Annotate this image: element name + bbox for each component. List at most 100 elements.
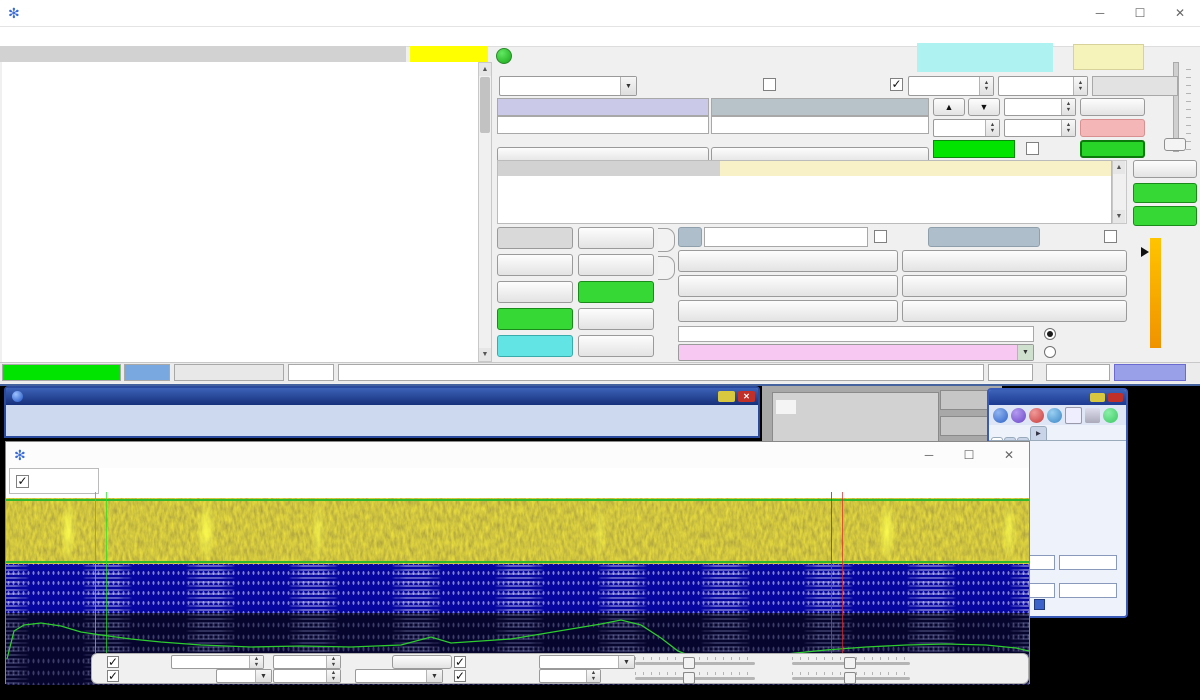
- tab-colors[interactable]: [1017, 437, 1029, 440]
- stop-tx-button[interactable]: [578, 227, 654, 249]
- scroll-up-icon[interactable]: ▲: [1113, 161, 1125, 174]
- close-icon[interactable]: ✕: [989, 442, 1029, 468]
- rx-freq-spinner[interactable]: [933, 119, 1000, 137]
- close-icon[interactable]: [1108, 393, 1123, 402]
- log-titlebar[interactable]: ✕: [6, 388, 758, 405]
- minimize-icon[interactable]: [718, 391, 735, 402]
- normalize-checkbox[interactable]: [454, 656, 466, 668]
- chevron-down-icon[interactable]: [1017, 345, 1033, 360]
- grid-icon[interactable]: [1047, 408, 1062, 423]
- settings-titlebar[interactable]: [989, 390, 1126, 405]
- maximize-icon[interactable]: ☐: [949, 442, 989, 468]
- rx-scrollbar[interactable]: ▲ ▼: [1112, 160, 1127, 224]
- callsign-input[interactable]: [1059, 555, 1117, 570]
- recycle-icon[interactable]: [1103, 408, 1118, 423]
- minimize-icon[interactable]: ─: [1080, 0, 1120, 26]
- rrr-checkbox[interactable]: [874, 230, 887, 243]
- filter-button[interactable]: [578, 308, 654, 330]
- phone-icon[interactable]: [1029, 408, 1044, 423]
- dt-spinner[interactable]: [1004, 119, 1076, 137]
- gain-slider[interactable]: [635, 662, 755, 665]
- macro-grid-button[interactable]: [902, 250, 1127, 272]
- cq-small-button[interactable]: [678, 227, 702, 247]
- minimize-icon[interactable]: ─: [909, 442, 949, 468]
- control-checkbox[interactable]: [16, 475, 29, 488]
- txrx-split-button[interactable]: [933, 140, 1015, 158]
- spinner-arrows-icon[interactable]: [979, 77, 993, 95]
- macro-search-button[interactable]: [928, 227, 1040, 247]
- spinner-arrows-icon[interactable]: [985, 120, 999, 136]
- macro-73-button[interactable]: [902, 300, 1127, 322]
- spinner-arrows-icon[interactable]: [326, 670, 340, 682]
- spinner-arrows-icon[interactable]: [586, 670, 600, 682]
- clear-dx-button[interactable]: [578, 335, 654, 357]
- freemsg-radio[interactable]: [1044, 346, 1056, 358]
- dx-call-field[interactable]: [497, 116, 709, 134]
- compass-icon[interactable]: [1011, 408, 1026, 423]
- dx-grid-field[interactable]: [711, 116, 929, 134]
- macro-rdb-button[interactable]: [902, 275, 1127, 297]
- globe-icon[interactable]: [993, 408, 1008, 423]
- spinner-arrows-icon[interactable]: [249, 656, 263, 668]
- scroll-up-icon[interactable]: ▲: [479, 63, 491, 76]
- mark-side-select[interactable]: [216, 669, 272, 683]
- log-qso-button[interactable]: [497, 254, 573, 276]
- menu-checkbox[interactable]: [890, 78, 903, 91]
- slider-handle[interactable]: [683, 657, 695, 669]
- titlebar[interactable]: ✻ ─ ☐ ✕: [0, 0, 1200, 27]
- start-spinner[interactable]: [273, 655, 341, 669]
- tab-settings[interactable]: [1004, 437, 1016, 440]
- genmsg-radio[interactable]: [1044, 328, 1056, 340]
- enable-tx-button[interactable]: [497, 227, 573, 249]
- chevron-down-icon[interactable]: [255, 670, 271, 682]
- freq-down-button[interactable]: ▼: [968, 98, 1000, 116]
- spot-checkbox[interactable]: [763, 78, 776, 91]
- spinner-arrows-icon[interactable]: [1061, 99, 1075, 115]
- power-slider-handle[interactable]: [1164, 138, 1186, 151]
- minimize-icon[interactable]: [1090, 393, 1105, 402]
- spinner-arrows-icon[interactable]: [1061, 120, 1075, 136]
- maximize-icon[interactable]: ☐: [1120, 0, 1160, 26]
- rst-sent-input[interactable]: [1059, 583, 1117, 598]
- scroll-thumb[interactable]: [480, 77, 490, 133]
- spectrum-spinner[interactable]: [539, 669, 601, 683]
- cl-spinner[interactable]: [1004, 98, 1076, 116]
- zero-slider[interactable]: [792, 662, 910, 665]
- monitor-button[interactable]: [1133, 183, 1197, 203]
- chart-icon[interactable]: [1085, 408, 1100, 423]
- sync-button[interactable]: [497, 281, 573, 303]
- close-icon[interactable]: ✕: [738, 391, 755, 402]
- generated-message-input[interactable]: [678, 326, 1034, 342]
- scroll-down-icon[interactable]: ▼: [1113, 210, 1125, 223]
- proplok-checkbox[interactable]: [1104, 230, 1117, 243]
- scroll-down-icon[interactable]: ▼: [479, 348, 491, 361]
- hound-button[interactable]: [1080, 98, 1145, 116]
- slider-handle[interactable]: [683, 672, 695, 684]
- accumulate-select[interactable]: [539, 655, 635, 669]
- free-message-combo[interactable]: [678, 344, 1034, 361]
- decode-button[interactable]: [497, 335, 573, 357]
- tab-2[interactable]: [658, 256, 675, 280]
- freq-up-button[interactable]: ▲: [933, 98, 965, 116]
- page-icon[interactable]: [1065, 407, 1082, 424]
- frequency-checkbox[interactable]: [107, 670, 119, 682]
- chevron-down-icon[interactable]: [426, 670, 442, 682]
- autoselect-button[interactable]: [1080, 140, 1145, 158]
- decode-scrollbar[interactable]: ▲ ▼: [478, 62, 492, 362]
- agcc-button[interactable]: [497, 308, 573, 330]
- spinner-arrows-icon[interactable]: [1073, 77, 1087, 95]
- tab-1[interactable]: [658, 228, 675, 252]
- dx-call-input[interactable]: [704, 227, 868, 247]
- close-icon[interactable]: ✕: [1160, 0, 1200, 26]
- report-spinner[interactable]: [998, 76, 1088, 96]
- autotx-button[interactable]: [1080, 119, 1145, 137]
- band-select[interactable]: [499, 76, 637, 96]
- search-checkbox[interactable]: [1026, 142, 1039, 155]
- tx-settings-button[interactable]: [1133, 160, 1197, 178]
- navg-spinner[interactable]: [273, 669, 341, 683]
- borders-checkbox[interactable]: [107, 656, 119, 668]
- frequency-scale[interactable]: [6, 468, 1029, 498]
- palette-select[interactable]: [355, 669, 443, 683]
- tx-period-button[interactable]: [1073, 44, 1144, 70]
- spinner-arrows-icon[interactable]: [326, 656, 340, 668]
